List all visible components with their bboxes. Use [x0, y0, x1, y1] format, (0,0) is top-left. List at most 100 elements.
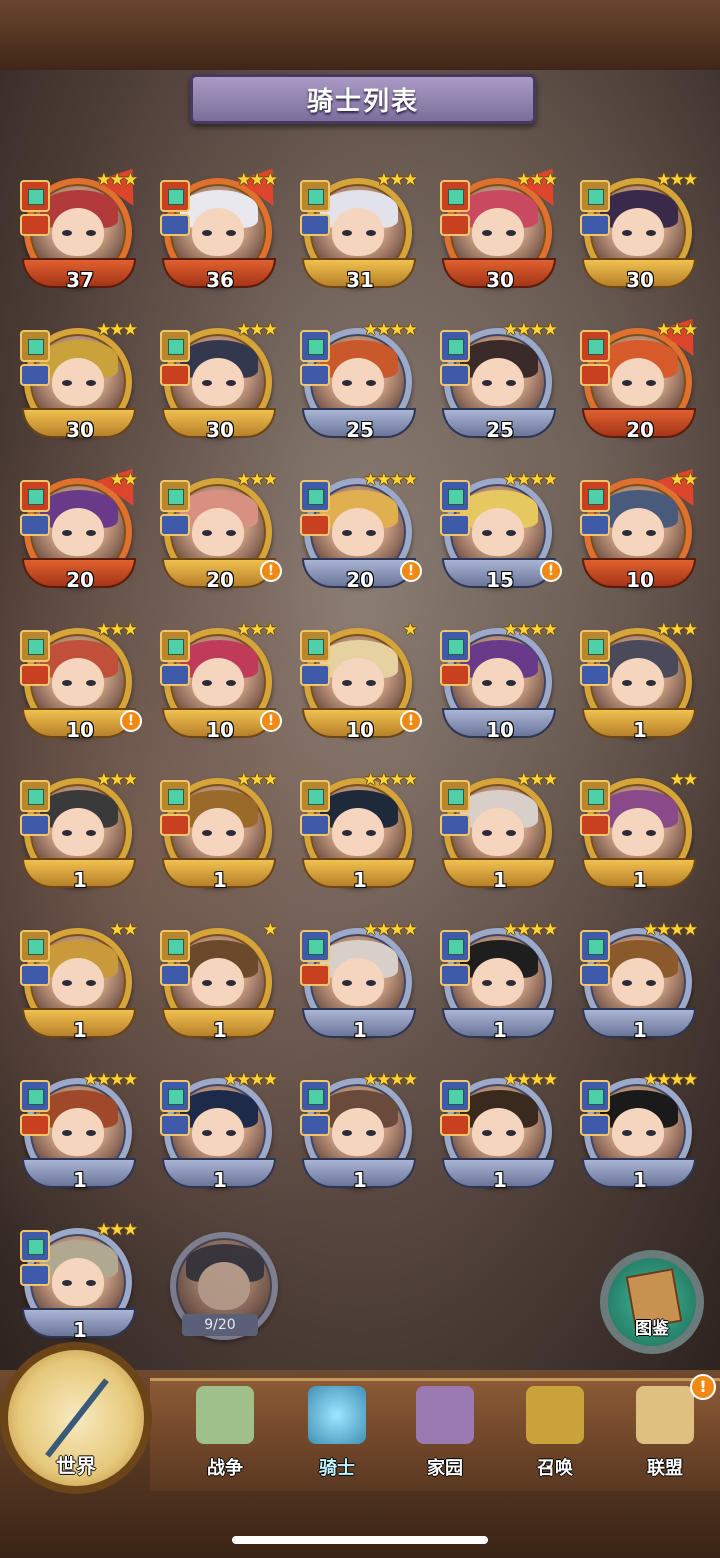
portrait-eye [366, 1130, 376, 1136]
nav-home[interactable]: 家园 [400, 1378, 490, 1488]
class-icon [160, 330, 190, 362]
star-rating: ★★★★ [363, 320, 418, 340]
portrait-eye [342, 980, 352, 986]
knight-level: 1 [633, 1018, 647, 1042]
knight-level: 25 [346, 418, 374, 442]
knight-card[interactable]: ★★★★ 10 [440, 620, 560, 745]
knight-card[interactable]: ★★★★ 25 [300, 320, 420, 445]
knight-card[interactable]: ★★★★ 1 [580, 920, 700, 1045]
knight-card[interactable]: ★★★★ 25 [440, 320, 560, 445]
portrait-eye [506, 230, 516, 236]
class-icon [160, 780, 190, 812]
knight-card[interactable]: ★★★ 1 [20, 1220, 140, 1345]
knight-card[interactable]: ★★★ 30 [440, 156, 571, 295]
knight-card[interactable]: ★★★★ 20! [300, 470, 422, 595]
portrait-face [472, 508, 524, 556]
star-rating: ★★★ [516, 770, 558, 790]
role-icon [20, 814, 50, 836]
portrait-eye [482, 230, 492, 236]
gallery-button[interactable]: 图鉴 [600, 1250, 704, 1354]
role-icon [580, 964, 610, 986]
knight-card[interactable]: ★★★★ 1 [300, 770, 420, 895]
portrait-eye [62, 1130, 72, 1136]
star-rating: ★★★ [96, 320, 138, 340]
portrait-eye [202, 980, 212, 986]
knight-card[interactable]: ★★★ 1 [20, 770, 140, 895]
portrait-face [612, 508, 664, 556]
portrait-eye [482, 380, 492, 386]
knight-card[interactable]: ★★★ 30 [160, 320, 280, 445]
alert-icon: ! [400, 560, 422, 582]
portrait-eye [86, 680, 96, 686]
knight-card[interactable]: ★★★★ 1 [300, 920, 420, 1045]
knight-level: 1 [493, 1018, 507, 1042]
knight-level: 30 [206, 418, 234, 442]
class-icon [20, 1080, 50, 1112]
portrait-eye [62, 680, 72, 686]
role-icon [160, 664, 190, 686]
knight-card[interactable]: ★★ 20 [20, 456, 151, 595]
home-indicator[interactable] [232, 1536, 488, 1544]
portrait-eye [86, 980, 96, 986]
knight-card[interactable]: ★★★★ 1 [20, 1070, 140, 1195]
portrait-eye [62, 830, 72, 836]
role-icon [300, 964, 330, 986]
star-rating: ★★ [109, 470, 139, 490]
alliance-chest-icon [636, 1386, 694, 1444]
knight-card[interactable]: ★★★★ 1 [440, 920, 560, 1045]
knight-card[interactable]: ★★★★ 1 [580, 1070, 700, 1195]
knight-card[interactable]: ★★ 10 [580, 456, 711, 595]
knight-card[interactable]: ★★★★ 1 [300, 1070, 420, 1195]
knight-card[interactable]: ★★★ 1 [440, 770, 560, 895]
nav-summon[interactable]: 召唤 [510, 1378, 600, 1488]
knight-card[interactable]: ★★★★ 1 [440, 1070, 560, 1195]
knight-card[interactable]: ★★★ 20 [580, 306, 711, 445]
page-title: 骑士列表 [306, 86, 419, 117]
alliance-alert-icon: ! [690, 1374, 716, 1400]
knight-level: 10 [626, 568, 654, 592]
knight-card[interactable]: ★★★★ 15! [440, 470, 562, 595]
star-rating: ★★★ [236, 470, 278, 490]
alert-icon: ! [120, 710, 142, 732]
knight-card[interactable]: ★★★ 30 [20, 320, 140, 445]
knight-card[interactable]: ★★ 1 [580, 770, 700, 895]
portrait-eye [202, 680, 212, 686]
knight-card[interactable]: ★★★ 10! [20, 620, 142, 745]
knight-card[interactable]: ★★★★ 1 [160, 1070, 280, 1195]
role-icon [440, 1114, 470, 1136]
portrait-face [612, 208, 664, 256]
knight-card[interactable]: ★★ 1 [20, 920, 140, 1045]
knight-card[interactable]: ★★★ 1 [580, 620, 700, 745]
knight-level: 1 [353, 868, 367, 892]
star-rating: ★★★★ [503, 1070, 558, 1090]
knight-card[interactable]: ★★★ 37 [20, 156, 151, 295]
portrait-eye [226, 530, 236, 536]
knight-card[interactable]: ★ 10! [300, 620, 422, 745]
portrait-face [472, 208, 524, 256]
portrait-face [52, 1108, 104, 1156]
class-icon [580, 630, 610, 662]
knight-card[interactable]: ★★★ 30 [580, 170, 700, 295]
role-icon [300, 214, 330, 236]
knight-card[interactable]: ★★★ 36 [160, 156, 291, 295]
nav-war[interactable]: 战争 [180, 1378, 270, 1488]
world-compass-button[interactable]: 世界 [0, 1342, 152, 1494]
role-icon [580, 214, 610, 236]
knight-card[interactable]: ★★★ 31 [300, 170, 420, 295]
knight-level: 37 [66, 268, 94, 292]
knight-card[interactable]: ★ 1 [160, 920, 280, 1045]
portrait-face [192, 658, 244, 706]
portrait-face [192, 358, 244, 406]
knight-card[interactable]: ★★★ 10! [160, 620, 282, 745]
portrait-eye [366, 830, 376, 836]
knight-card[interactable]: ★★★ 20! [160, 470, 282, 595]
role-icon [300, 364, 330, 386]
star-rating: ★ [262, 920, 278, 940]
nav-knights[interactable]: 骑士 [292, 1378, 382, 1488]
knight-card[interactable]: ★★★ 1 [160, 770, 280, 895]
knight-level: 1 [213, 868, 227, 892]
portrait-face [192, 808, 244, 856]
portrait-face [332, 358, 384, 406]
alert-icon: ! [260, 710, 282, 732]
star-rating: ★★★ [96, 1220, 138, 1240]
